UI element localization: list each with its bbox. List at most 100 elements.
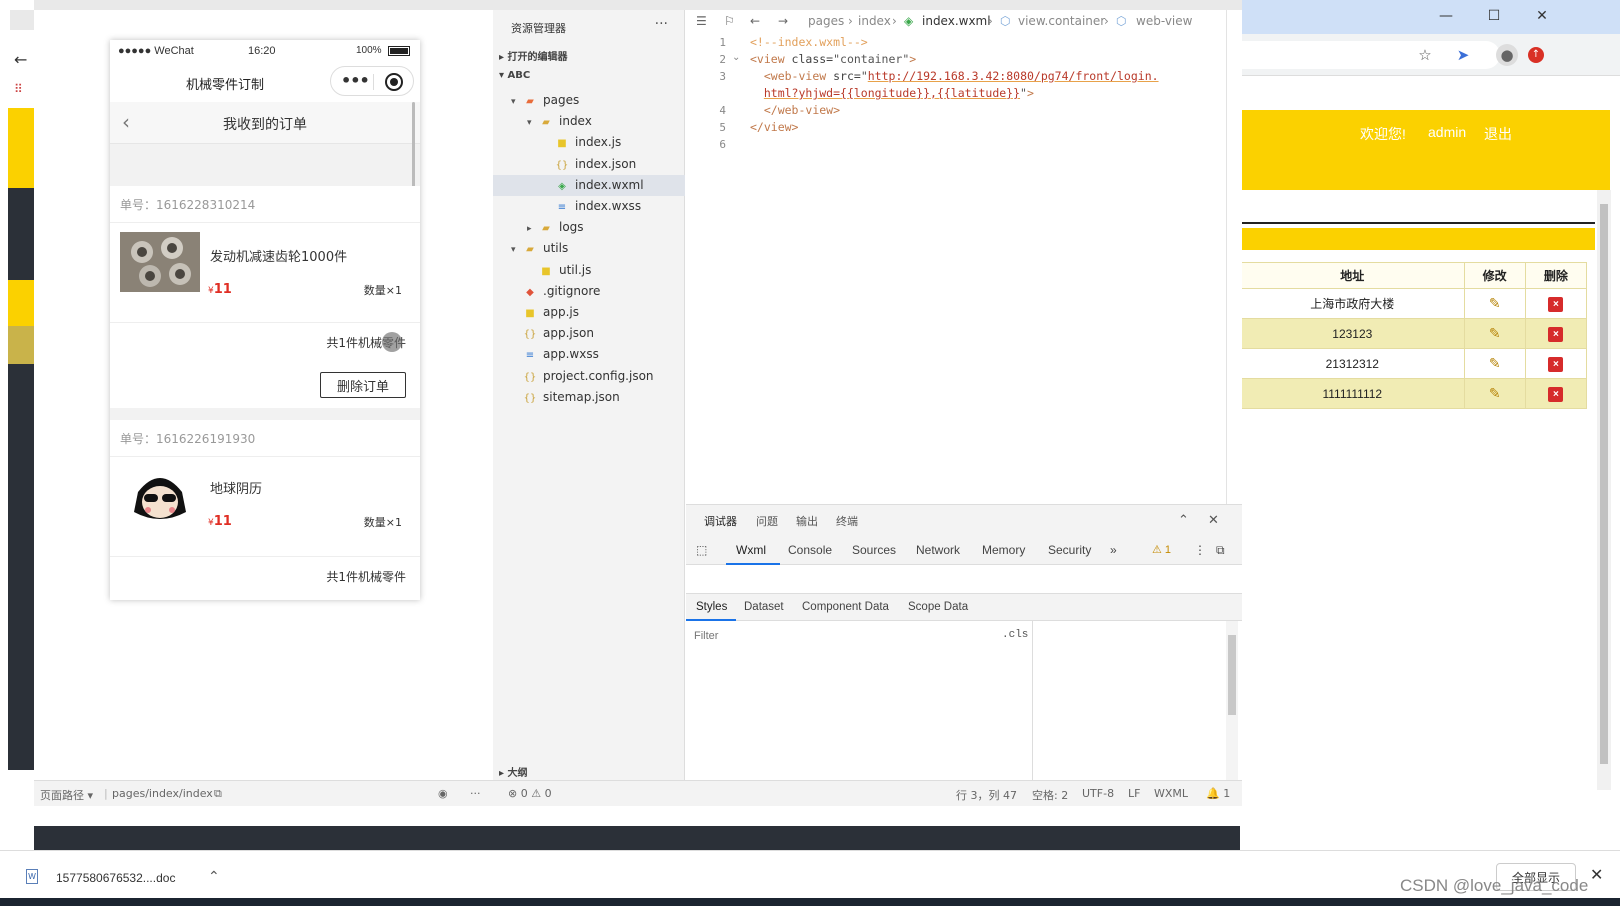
tab-debugger[interactable]: 调试器 xyxy=(704,513,737,529)
tab-problems[interactable]: 问题 xyxy=(756,513,778,529)
cls-toggle[interactable]: .cls xyxy=(1002,629,1028,641)
tree-item[interactable]: ▾ ▰ index xyxy=(493,111,685,132)
tab-security[interactable]: Security xyxy=(1048,543,1091,557)
minimize-icon[interactable]: — xyxy=(1434,6,1458,26)
edit-pencil-icon[interactable]: ✎ xyxy=(1488,356,1502,370)
notification-bell[interactable]: 🔔 1 xyxy=(1206,787,1230,800)
tab-scope-data[interactable]: Scope Data xyxy=(908,601,968,613)
tab-memory[interactable]: Memory xyxy=(982,543,1025,557)
breadcrumb-item[interactable]: web-view xyxy=(1136,14,1192,28)
page-path-dropdown[interactable]: 页面路径 ▾ xyxy=(40,787,93,803)
delete-order-button[interactable]: 删除订单 xyxy=(320,372,406,398)
expand-arrow-icon[interactable]: ▾ xyxy=(527,113,539,134)
code-line[interactable]: </view> xyxy=(750,120,798,134)
tab-console[interactable]: Console xyxy=(788,543,832,557)
avatar[interactable]: ● xyxy=(1496,44,1518,66)
copy-icon[interactable]: ⧉ xyxy=(214,787,222,801)
close-panel-icon[interactable]: ✕ xyxy=(1208,513,1219,528)
extension-icon[interactable]: ➤ xyxy=(1452,44,1474,66)
editor-scrollbar[interactable] xyxy=(1226,10,1227,504)
edit-pencil-icon[interactable]: ✎ xyxy=(1488,296,1502,310)
edit-pencil-icon[interactable]: ✎ xyxy=(1488,386,1502,400)
inspect-icon[interactable]: ⬚ xyxy=(696,543,707,557)
close-miniprogram-icon[interactable] xyxy=(385,73,403,91)
list-icon[interactable]: ☰ xyxy=(696,14,707,28)
scrollbar-thumb[interactable] xyxy=(1600,204,1608,764)
apps-grid-icon[interactable]: ⠿ xyxy=(14,82,23,96)
fold-chevron-icon[interactable]: ⌄ xyxy=(732,52,740,63)
code-line[interactable]: <!--index.wxml--> xyxy=(750,35,868,49)
bookmark-icon[interactable]: ⚐ xyxy=(724,14,735,28)
line-ending[interactable]: LF xyxy=(1128,787,1140,800)
delete-x-icon[interactable]: × xyxy=(1548,296,1564,312)
user-link[interactable]: admin xyxy=(1428,124,1466,140)
code-line[interactable]: html?yhjwd={{longitude}},{{latitude}}"> xyxy=(750,86,1034,100)
warning-badge[interactable]: ⚠ 1 xyxy=(1152,543,1171,556)
more-actions-icon[interactable]: ··· xyxy=(655,16,668,32)
tree-item[interactable]: ▾ ▰ pages xyxy=(493,90,685,111)
styles-filter-input[interactable] xyxy=(688,625,988,647)
tab-styles[interactable]: Styles xyxy=(696,601,727,613)
capsule-menu[interactable]: ••• xyxy=(330,66,414,96)
more-tabs-icon[interactable]: » xyxy=(1110,543,1117,557)
tab-wxml[interactable]: Wxml xyxy=(736,543,766,557)
back-icon[interactable]: ← xyxy=(750,14,760,28)
tree-item[interactable]: {} sitemap.json xyxy=(493,387,685,408)
tab-sources[interactable]: Sources xyxy=(852,543,896,557)
delete-x-icon[interactable]: × xyxy=(1548,326,1564,342)
tab-component-data[interactable]: Component Data xyxy=(802,601,889,613)
forward-icon[interactable]: → xyxy=(778,14,788,28)
tree-item[interactable]: {} project.config.json xyxy=(493,366,685,387)
browser-scrollbar[interactable] xyxy=(1597,190,1611,790)
tab-output[interactable]: 输出 xyxy=(796,513,818,529)
update-icon[interactable]: ↑ xyxy=(1528,47,1544,63)
expand-arrow-icon[interactable]: ▾ xyxy=(511,240,523,261)
more-icon[interactable]: ··· xyxy=(470,787,481,800)
tree-item[interactable]: {} index.json xyxy=(493,154,685,175)
tree-item[interactable]: ◆ .gitignore xyxy=(493,281,685,302)
delete-x-icon[interactable]: × xyxy=(1548,356,1564,372)
breadcrumb-item[interactable]: index.wxml xyxy=(922,14,991,28)
logout-link[interactable]: 退出 xyxy=(1484,124,1512,144)
tree-item[interactable]: ■ index.js xyxy=(493,132,685,153)
tree-item[interactable]: ■ app.js xyxy=(493,302,685,323)
encoding[interactable]: UTF-8 xyxy=(1082,787,1114,800)
styles-scrollbar[interactable] xyxy=(1226,621,1238,781)
tree-item[interactable]: {} app.json xyxy=(493,323,685,344)
undock-icon[interactable]: ⧉ xyxy=(1216,543,1225,558)
breadcrumb-item[interactable]: view.container xyxy=(1018,14,1105,28)
error-count[interactable]: ⊗ 0 ⚠ 0 xyxy=(508,787,552,800)
cursor-position[interactable]: 行 3，列 47 xyxy=(956,787,1017,803)
expand-arrow-icon[interactable]: ▾ xyxy=(511,92,523,113)
collapse-icon[interactable]: ⌃ xyxy=(1178,513,1189,528)
tree-item[interactable]: ■ util.js xyxy=(493,260,685,281)
tree-item[interactable]: ▾ ▰ utils xyxy=(493,238,685,259)
breadcrumb-item[interactable]: index xyxy=(858,14,891,28)
code-line[interactable]: <view class="container"> xyxy=(750,52,916,66)
code-line[interactable]: </web-view> xyxy=(750,103,840,117)
code-line[interactable]: <web-view src="http://192.168.3.42:8080/… xyxy=(750,69,1159,83)
kebab-menu-icon[interactable]: ⋮ xyxy=(1194,543,1206,557)
open-editors-section[interactable]: ▸ 打开的编辑器 xyxy=(499,48,568,63)
indent-setting[interactable]: 空格: 2 xyxy=(1032,787,1068,803)
maximize-icon[interactable]: ☐ xyxy=(1482,6,1506,26)
eye-icon[interactable]: ◉ xyxy=(438,787,448,800)
delete-x-icon[interactable]: × xyxy=(1548,386,1564,402)
star-icon[interactable]: ☆ xyxy=(1414,44,1436,66)
outline-section[interactable]: ▸ 大纲 xyxy=(499,764,528,779)
tree-item[interactable]: ≡ app.wxss xyxy=(493,344,685,365)
tab-network[interactable]: Network xyxy=(916,543,960,557)
tree-item[interactable]: ≡ index.wxss xyxy=(493,196,685,217)
tree-item[interactable]: ▸ ▰ logs xyxy=(493,217,685,238)
project-section[interactable]: ▾ ABC xyxy=(499,70,530,81)
close-download-bar-icon[interactable]: ✕ xyxy=(1590,865,1603,884)
expand-arrow-icon[interactable]: ▸ xyxy=(527,219,539,240)
chevron-up-icon[interactable]: ⌃ xyxy=(208,868,220,885)
tab-dataset[interactable]: Dataset xyxy=(744,601,784,613)
edit-pencil-icon[interactable]: ✎ xyxy=(1488,326,1502,340)
more-dots-icon[interactable]: ••• xyxy=(341,71,370,90)
download-item[interactable]: W 1577580676532....doc ⌃ xyxy=(26,863,238,893)
breadcrumb-item[interactable]: pages xyxy=(808,14,844,28)
tree-item[interactable]: ◈ index.wxml xyxy=(493,174,685,196)
tab-terminal[interactable]: 终端 xyxy=(836,513,858,529)
